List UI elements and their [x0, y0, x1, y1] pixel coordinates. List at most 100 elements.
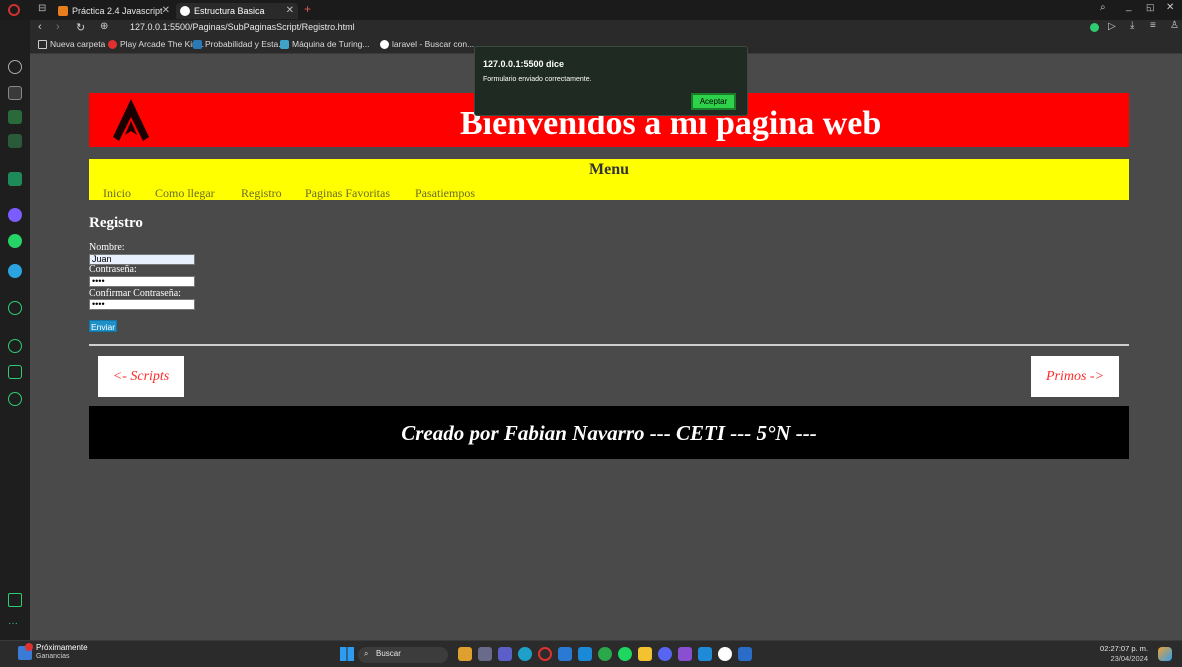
tab-favicon-icon	[58, 6, 68, 16]
taskbar-search[interactable]: ⌕ Buscar	[358, 647, 448, 663]
word-icon[interactable]	[738, 647, 752, 661]
password-field[interactable]: ••••	[89, 276, 195, 287]
forward-icon[interactable]: ›	[56, 21, 60, 33]
menu-link-como-llegar[interactable]: Como llegar	[155, 186, 215, 201]
store-icon[interactable]	[558, 647, 572, 661]
sidebar-toggle-icon[interactable]	[8, 593, 22, 607]
alert-dialog: 127.0.0.1:5500 dice Formulario enviado c…	[474, 46, 748, 116]
url-field[interactable]: 127.0.0.1:5500/Paginas/SubPaginasScript/…	[130, 22, 355, 32]
bookmark-favicon-icon	[193, 40, 202, 49]
clock-date[interactable]: 23/04/2024	[1098, 654, 1148, 663]
tab-label: Práctica 2.4 Javascript	[72, 6, 163, 16]
discord-icon[interactable]	[658, 647, 672, 661]
address-bar: ‹ › ↻ ⊕ 127.0.0.1:5500/Paginas/SubPagina…	[30, 20, 1182, 37]
news-title[interactable]: Próximamente	[36, 643, 88, 652]
tab-label: Estructura Basica	[194, 6, 265, 16]
name-label: Nombre:	[89, 242, 125, 253]
history-icon[interactable]	[8, 339, 22, 353]
widgets-icon[interactable]	[458, 647, 472, 661]
edge-icon[interactable]	[518, 647, 532, 661]
search-label: Buscar	[376, 649, 401, 658]
accept-button[interactable]: Aceptar	[691, 93, 736, 110]
close-icon[interactable]: ✕	[286, 3, 294, 19]
task-view-icon[interactable]	[478, 647, 492, 661]
menu-link-registro[interactable]: Registro	[241, 186, 282, 201]
minimize-icon[interactable]: _	[1126, 1, 1132, 12]
search-tabs-icon[interactable]: ⌕	[1100, 2, 1106, 13]
windows-taskbar: Próximamente Ganancias ⌕ Buscar 02:27:07…	[0, 640, 1182, 667]
bookmark-item[interactable]: Máquina de Turing...	[280, 39, 370, 49]
whatsapp-icon[interactable]	[8, 234, 22, 248]
reload-icon[interactable]: ↻	[76, 21, 85, 34]
download-icon[interactable]: ⤓	[1130, 20, 1134, 31]
site-footer: Creado por Fabian Navarro --- CETI --- 5…	[89, 406, 1129, 459]
windows-start-icon[interactable]	[340, 647, 354, 661]
speed-dial-icon[interactable]	[8, 60, 22, 74]
copilot-icon[interactable]	[1158, 647, 1172, 661]
back-icon[interactable]: ‹	[38, 21, 42, 33]
site-info-icon[interactable]: ⊕	[100, 21, 108, 32]
new-tab-icon[interactable]: +	[304, 2, 311, 16]
mail-icon[interactable]	[578, 647, 592, 661]
maximize-icon[interactable]: ◱	[1146, 2, 1155, 13]
aria-icon[interactable]	[8, 110, 22, 124]
file-explorer-icon[interactable]	[638, 647, 652, 661]
password-label: Contraseña:	[89, 264, 137, 275]
opera-icon[interactable]	[538, 647, 552, 661]
close-icon[interactable]: ✕	[162, 3, 170, 19]
nav-menu: Menu Inicio Como llegar Registro Paginas…	[89, 159, 1129, 200]
dialog-title: 127.0.0.1:5500 dice	[483, 59, 565, 69]
prev-page-link[interactable]: <- Scripts	[98, 356, 184, 397]
menu-link-paginas-favoritas[interactable]: Paginas Favoritas	[305, 186, 390, 201]
bookmark-item[interactable]: Probabilidad y Esta...	[193, 39, 285, 49]
bookmark-item[interactable]: Play Arcade The Kin...	[108, 39, 204, 49]
close-window-icon[interactable]: ✕	[1166, 2, 1174, 13]
google-icon	[380, 40, 389, 49]
player-icon[interactable]	[8, 301, 22, 315]
tab-estructura[interactable]: Estructura Basica ✕	[176, 3, 298, 19]
menu-link-pasatiempos[interactable]: Pasatiempos	[415, 186, 475, 201]
messenger-icon[interactable]	[8, 208, 22, 222]
opera-logo-icon[interactable]	[8, 4, 20, 16]
next-page-link[interactable]: Primos ->	[1031, 356, 1119, 397]
confirm-password-field[interactable]: ••••	[89, 299, 195, 310]
menu-link-inicio[interactable]: Inicio	[103, 186, 131, 201]
spotify-icon[interactable]	[618, 647, 632, 661]
notification-badge	[25, 643, 33, 651]
folder-icon	[38, 40, 47, 49]
assassins-creed-logo	[113, 99, 149, 141]
chrome-icon[interactable]	[718, 647, 732, 661]
menu-icon[interactable]: ≡	[1150, 20, 1156, 31]
xbox-icon[interactable]	[598, 647, 612, 661]
workspaces-icon[interactable]: ⊟	[38, 3, 46, 14]
teams-icon[interactable]	[498, 647, 512, 661]
visual-studio-icon[interactable]	[678, 647, 692, 661]
profile-icon[interactable]: ♙	[1170, 20, 1179, 31]
news-subtitle: Ganancias	[36, 653, 70, 660]
shopping-icon[interactable]	[8, 86, 22, 100]
search-icon: ⌕	[364, 649, 369, 658]
divider	[89, 344, 1129, 346]
notes-icon[interactable]	[8, 134, 22, 148]
pinboard-icon[interactable]	[8, 172, 22, 186]
telegram-icon[interactable]	[8, 264, 22, 278]
tab-favicon-icon	[180, 6, 190, 16]
settings-icon[interactable]	[8, 392, 22, 406]
vscode-icon[interactable]	[698, 647, 712, 661]
bookmark-folder[interactable]: Nueva carpeta	[38, 39, 105, 49]
menu-title: Menu	[589, 161, 629, 178]
form-title: Registro	[89, 215, 143, 231]
extensions-icon[interactable]	[8, 365, 22, 379]
bookmark-favicon-icon	[108, 40, 117, 49]
clock-time[interactable]: 02:27:07 p. m.	[1098, 644, 1148, 653]
browser-sidebar: ···	[0, 20, 30, 640]
footer-text: Creado por Fabian Navarro --- CETI --- 5…	[401, 421, 817, 445]
submit-button[interactable]: Enviar	[89, 320, 117, 332]
bookmark-item[interactable]: laravel - Buscar con...	[380, 39, 474, 49]
send-icon[interactable]: ▷	[1108, 21, 1116, 32]
vpn-icon[interactable]	[1090, 23, 1099, 32]
dialog-message: Formulario enviado correctamente.	[483, 76, 592, 83]
confirm-password-label: Confirmar Contraseña:	[89, 288, 181, 299]
more-icon[interactable]: ···	[8, 618, 18, 629]
tab-practica[interactable]: Práctica 2.4 Javascript ✕	[54, 3, 174, 19]
